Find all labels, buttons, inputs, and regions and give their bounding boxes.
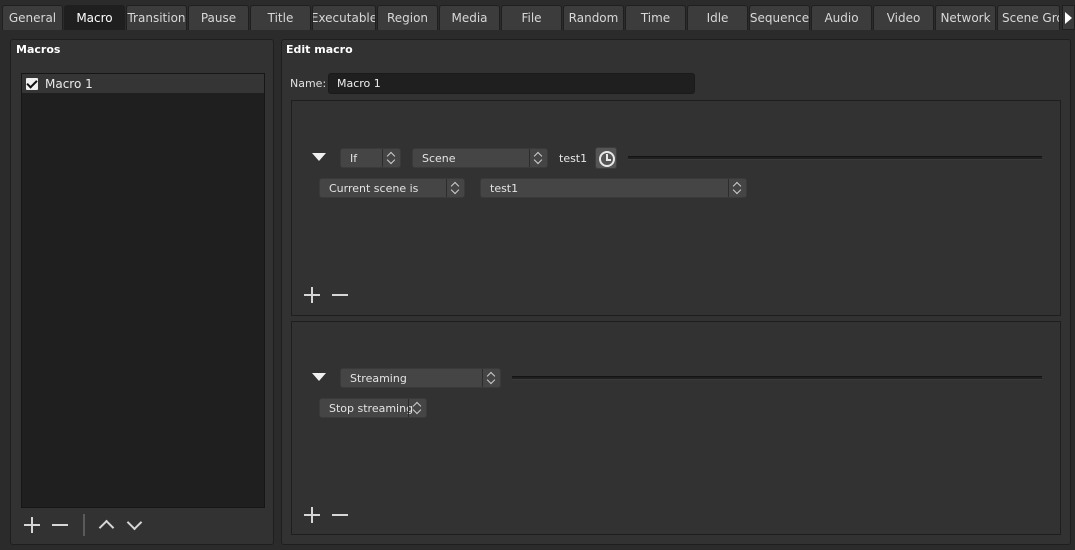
- chevron-updown-icon: [408, 399, 426, 417]
- name-label: Name:: [290, 77, 327, 90]
- chevron-updown-icon: [482, 369, 500, 387]
- tab-executable[interactable]: Executable: [312, 5, 376, 30]
- condition-type-select[interactable]: Scene: [412, 148, 548, 168]
- tab-pause[interactable]: Pause: [188, 5, 249, 30]
- chevron-updown-icon: [728, 179, 746, 197]
- clock-icon[interactable]: [595, 147, 617, 169]
- tab-bar: General Macro Transition Pause Title Exe…: [0, 0, 1075, 32]
- move-down-button[interactable]: [124, 515, 144, 535]
- streaming-action-select[interactable]: Stop streaming: [319, 398, 427, 418]
- condition-group: [291, 100, 1061, 316]
- scene-check-select[interactable]: Current scene is: [319, 178, 465, 198]
- remove-macro-button[interactable]: [50, 515, 70, 535]
- move-up-button[interactable]: [96, 515, 116, 535]
- chevron-updown-icon: [529, 149, 547, 167]
- logic-select[interactable]: If: [340, 148, 401, 168]
- tab-network[interactable]: Network: [935, 5, 996, 30]
- tab-scroll-right-icon[interactable]: [1062, 5, 1075, 30]
- tab-idle[interactable]: Idle: [687, 5, 748, 30]
- tab-transition[interactable]: Transition: [126, 5, 187, 30]
- add-condition-button[interactable]: [302, 285, 322, 305]
- collapse-condition-icon[interactable]: [312, 153, 326, 161]
- macro-list[interactable]: Macro 1: [21, 73, 265, 508]
- add-macro-button[interactable]: [22, 515, 42, 535]
- tab-scene-group[interactable]: Scene Gro: [997, 5, 1060, 30]
- toolbar-separator: [83, 514, 85, 536]
- collapse-action-icon[interactable]: [312, 373, 326, 381]
- tab-audio[interactable]: Audio: [811, 5, 872, 30]
- action-type-select[interactable]: Streaming: [340, 368, 501, 388]
- scene-select[interactable]: test1: [480, 178, 747, 198]
- tab-video[interactable]: Video: [873, 5, 934, 30]
- tab-title[interactable]: Title: [250, 5, 311, 30]
- tab-random[interactable]: Random: [563, 5, 624, 30]
- tab-macro[interactable]: Macro: [64, 5, 125, 30]
- macro-name-input[interactable]: Macro 1: [328, 73, 695, 94]
- tab-time[interactable]: Time: [625, 5, 686, 30]
- tab-region[interactable]: Region: [377, 5, 438, 30]
- condition-divider: [628, 156, 1042, 160]
- chevron-updown-icon: [382, 149, 400, 167]
- remove-action-button[interactable]: [330, 505, 350, 525]
- add-action-button[interactable]: [302, 505, 322, 525]
- action-group: [291, 321, 1061, 535]
- list-item[interactable]: Macro 1: [22, 74, 264, 93]
- remove-condition-button[interactable]: [330, 285, 350, 305]
- chevron-updown-icon: [446, 179, 464, 197]
- action-divider: [512, 376, 1042, 380]
- macros-panel-title: Macros: [16, 43, 61, 56]
- condition-header-text: test1: [559, 152, 588, 165]
- tab-sequence[interactable]: Sequence: [749, 5, 810, 30]
- edit-macro-title: Edit macro: [286, 43, 353, 56]
- tab-file[interactable]: File: [501, 5, 562, 30]
- macro-item-label: Macro 1: [45, 76, 93, 91]
- tab-media[interactable]: Media: [439, 5, 500, 30]
- tab-general[interactable]: General: [2, 5, 63, 30]
- macro-enabled-checkbox[interactable]: [26, 77, 38, 90]
